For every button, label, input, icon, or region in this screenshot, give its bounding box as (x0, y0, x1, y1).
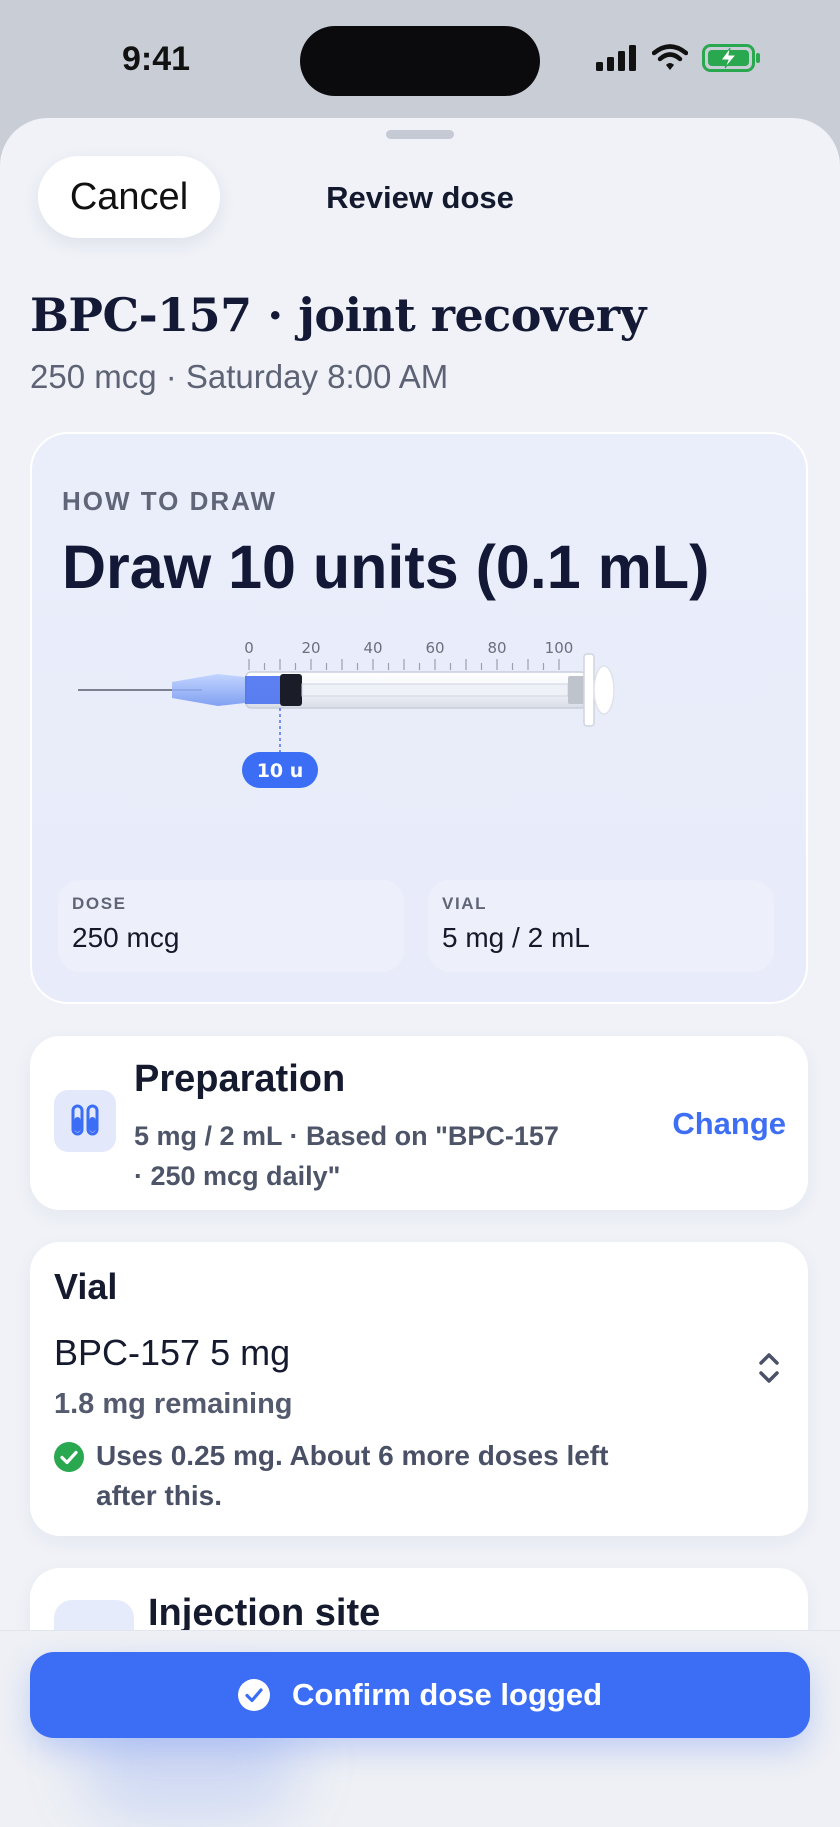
test-tubes-icon (54, 1090, 116, 1152)
wifi-icon (652, 44, 688, 70)
tick-label: 0 (244, 639, 254, 657)
battery-charging-icon (702, 44, 760, 72)
vial-heading: Vial (54, 1266, 118, 1307)
preparation-title: Preparation (134, 1058, 346, 1100)
dose-label: DOSE (72, 894, 127, 913)
checkmark-circle-icon (54, 1442, 84, 1472)
vial-remaining: 1.8 mg remaining (54, 1388, 293, 1420)
vial-summary: VIAL 5 mg / 2 mL (428, 880, 774, 972)
tick-label: 40 (363, 639, 382, 657)
dose-value: 250 mcg (72, 922, 180, 953)
plunger-stopper (280, 674, 302, 706)
vial-label: VIAL (442, 894, 488, 913)
how-to-draw-label: HOW TO DRAW (62, 486, 278, 516)
tick-label: 60 (425, 639, 444, 657)
status-time: 9:41 (122, 40, 191, 78)
confirm-dose-button[interactable]: Confirm dose logged (30, 1652, 810, 1738)
checkmark-circle-icon (238, 1679, 270, 1711)
syringe-illustration: 0 20 40 60 80 100 10 u (78, 639, 615, 788)
syringe-scale (248, 659, 560, 670)
dose-marker-label: 10 u (257, 760, 304, 782)
status-bar: 9:41 (0, 0, 840, 120)
sheet-grabber[interactable] (386, 130, 454, 139)
tick-label: 20 (301, 639, 320, 657)
preparation-description: 5 mg / 2 mL · Based on "BPC-157 · 250 mc… (134, 1121, 559, 1191)
vial-selector-value[interactable]: BPC-157 5 mg (54, 1332, 290, 1374)
plunger-thumb-rest (593, 665, 615, 715)
tick-label: 80 (487, 639, 506, 657)
vial-card: Vial BPC-157 5 mg 1.8 mg remaining Uses … (30, 1242, 808, 1536)
page-subtitle: 250 mcg · Saturday 8:00 AM (30, 358, 449, 395)
vial-usage-note: Uses 0.25 mg. About 6 more doses left af… (96, 1440, 609, 1511)
chevron-up-down-icon[interactable] (754, 1348, 784, 1388)
dynamic-island (300, 26, 540, 96)
how-to-draw-card: HOW TO DRAW Draw 10 units (0.1 mL) 0 20 … (30, 432, 808, 1004)
nav-title: Review dose (326, 180, 514, 215)
review-dose-sheet: Cancel Review dose BPC-157 · joint recov… (0, 118, 840, 1826)
needle-hub (172, 674, 254, 706)
confirm-dose-label: Confirm dose logged (292, 1677, 602, 1712)
injection-site-title: Injection site (148, 1592, 381, 1634)
page-title: BPC-157 · joint recovery (30, 288, 646, 342)
status-icons (596, 44, 762, 72)
preparation-card[interactable]: Preparation 5 mg / 2 mL · Based on "BPC-… (30, 1036, 808, 1210)
plunger-rod (301, 683, 569, 697)
draw-instruction: Draw 10 units (0.1 mL) (62, 533, 710, 601)
change-preparation-button[interactable]: Change (672, 1106, 786, 1142)
vial-value: 5 mg / 2 mL (442, 922, 590, 953)
dose-marker-badge: 10 u (242, 752, 318, 788)
syringe-flange (583, 653, 595, 727)
dose-summary: DOSE 250 mcg (58, 880, 404, 972)
tick-label: 100 (545, 639, 574, 657)
cellular-signal-icon (596, 45, 636, 71)
syringe-fill (245, 676, 280, 704)
